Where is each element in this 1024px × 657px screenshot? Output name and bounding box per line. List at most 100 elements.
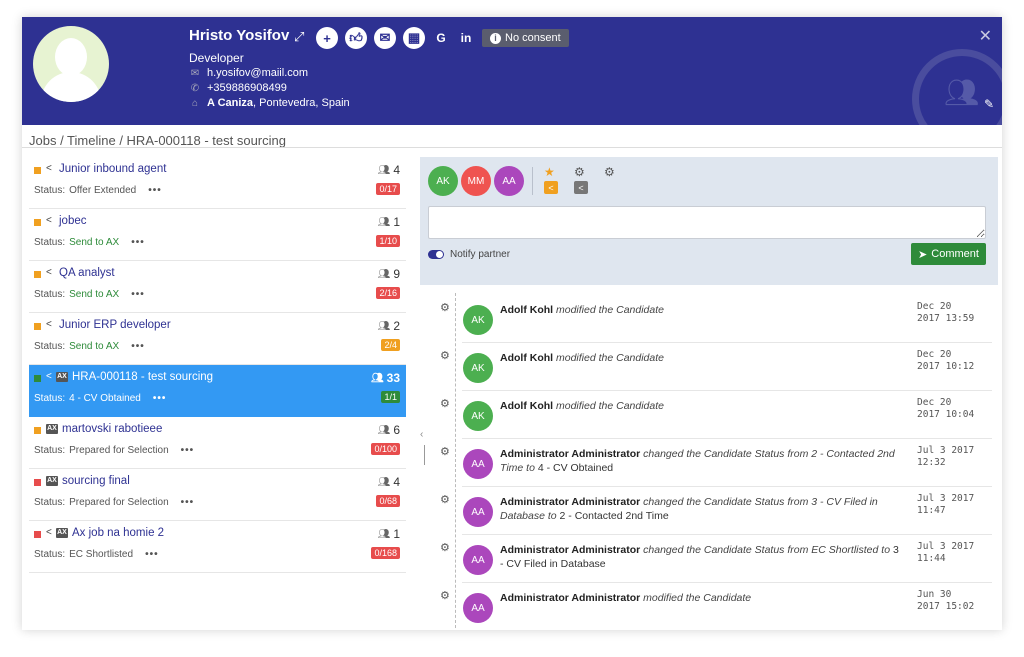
entry-action: modified the Candidate <box>556 400 664 412</box>
avatar-head-shape <box>55 38 87 76</box>
job-title[interactable]: Ax job na homie 2 <box>72 527 164 539</box>
share-gray-icon[interactable]: < <box>574 181 588 194</box>
more-icon[interactable]: ••• <box>153 393 167 404</box>
job-title[interactable]: sourcing final <box>62 475 130 487</box>
notify-partner-toggle[interactable]: Notify partner <box>428 249 510 260</box>
entry-actor: Adolf Kohl <box>500 352 554 364</box>
more-icon[interactable]: ••• <box>181 445 195 456</box>
star-icon[interactable]: ★ <box>544 165 555 179</box>
entry-date: Jul 3 2017 11:47 <box>917 493 974 517</box>
share-orange-icon[interactable]: < <box>544 181 558 194</box>
job-item[interactable]: < Junior ERP developer Status: Send to AX… <box>29 313 406 365</box>
job-status: Status: 4 - CV Obtained ••• <box>34 393 166 404</box>
job-item[interactable]: < jobec Status: Send to AX ••• 👥︎ 1 1/10 <box>29 209 406 261</box>
entry-actor: Administrator Administrator <box>500 496 641 508</box>
job-candidates-count: 👥︎ 1 <box>378 215 400 229</box>
status-value: Prepared for Selection <box>69 445 169 456</box>
consent-badge[interactable]: i No consent <box>482 29 569 47</box>
date-line: 2017 15:02 <box>917 601 975 612</box>
status-value: Prepared for Selection <box>69 497 169 508</box>
job-item[interactable]: AX martovski rabotieee Status: Prepared f… <box>29 417 406 469</box>
job-item-selected[interactable]: < AX HRA-000118 - test sourcing Status: 4… <box>29 365 406 417</box>
timeline-entry: ⚙ AA Administrator Administrator changed… <box>420 487 998 535</box>
status-label: Status: <box>34 237 66 248</box>
gear-icon[interactable]: ⚙ <box>440 349 450 362</box>
expand-icon[interactable]: ⤢ <box>294 29 304 45</box>
more-icon[interactable]: ••• <box>148 185 162 196</box>
thumbs-up-icon[interactable]: 👍︎ <box>345 27 367 49</box>
entry-action: modified the Candidate <box>643 592 752 604</box>
job-color-marker <box>34 479 41 486</box>
gear-icon[interactable]: ⚙ <box>440 397 450 410</box>
entry-text: Adolf Kohl modified the Candidate <box>500 351 900 365</box>
job-color-marker <box>34 531 41 538</box>
avatar: AK <box>463 401 493 431</box>
count-value: 4 <box>393 475 400 489</box>
candidate-header: Hristo Yosifov ⤢ + 👍︎ ✉ ▦ G in i No cons… <box>22 17 1002 125</box>
job-item[interactable]: AX sourcing final Status: Prepared for Se… <box>29 469 406 521</box>
phone-icon: ✆ <box>190 82 200 94</box>
count-value: 1 <box>393 215 400 229</box>
entry-text: Administrator Administrator changed the … <box>500 495 900 523</box>
job-title[interactable]: Junior inbound agent <box>59 163 166 175</box>
job-item[interactable]: < AX Ax job na homie 2 Status: EC Shortli… <box>29 521 406 573</box>
settings-icon[interactable]: ⚙ <box>604 165 615 179</box>
edit-icon[interactable]: ✎ <box>984 97 994 111</box>
comment-button[interactable]: ➤ Comment <box>911 243 986 265</box>
more-icon[interactable]: ••• <box>181 497 195 508</box>
share-icon: < <box>46 371 52 382</box>
google-icon[interactable]: G <box>432 31 450 45</box>
jobs-list: < Junior inbound agent Status: Offer Exte… <box>29 157 406 573</box>
gear-icon[interactable]: ⚙ <box>440 493 450 506</box>
job-ratio-badge: 0/100 <box>371 443 400 455</box>
gear-icon[interactable]: ⚙ <box>440 445 450 458</box>
plus-icon[interactable]: + <box>316 27 338 49</box>
job-item[interactable]: < QA analyst Status: Send to AX ••• 👥︎ 9 2/… <box>29 261 406 313</box>
date-line: 11:47 <box>917 505 946 516</box>
more-icon[interactable]: ••• <box>131 341 145 352</box>
more-icon[interactable]: ••• <box>131 237 145 248</box>
toggle-switch[interactable] <box>428 250 444 259</box>
avatar-body-shape <box>41 72 101 102</box>
count-value: 2 <box>393 319 400 333</box>
count-value: 6 <box>393 423 400 437</box>
entry-actor: Adolf Kohl <box>500 400 554 412</box>
comment-panel: AK MM AA ★ ⚙ ⚙ < < Notify partner ➤ Comm… <box>420 157 998 285</box>
job-title[interactable]: martovski rabotieee <box>62 423 162 435</box>
candidate-avatar[interactable] <box>33 26 109 102</box>
ax-icon: AX <box>46 424 58 434</box>
candidate-phone[interactable]: +359886908499 <box>207 82 287 94</box>
entry-actor: Administrator Administrator <box>500 544 641 556</box>
gear-icon[interactable]: ⚙ <box>440 301 450 314</box>
avatar[interactable]: AK <box>428 166 458 196</box>
job-color-marker <box>34 167 41 174</box>
status-value: Send to AX <box>69 341 120 352</box>
avatar[interactable]: AA <box>494 166 524 196</box>
home-icon: ⌂ <box>191 97 199 109</box>
gear-icon[interactable]: ⚙ <box>440 541 450 554</box>
send-icon: ➤ <box>918 248 928 261</box>
envelope-icon[interactable]: ✉ <box>374 27 396 49</box>
entry-actor: Adolf Kohl <box>500 304 554 316</box>
close-icon[interactable]: ✕ <box>979 26 992 46</box>
candidate-email[interactable]: h.yosifov@maiil.com <box>207 67 308 79</box>
job-title[interactable]: HRA-000118 - test sourcing <box>72 371 213 383</box>
job-title[interactable]: QA analyst <box>59 267 115 279</box>
gear-icon[interactable]: ⚙ <box>574 165 585 179</box>
gear-icon[interactable]: ⚙ <box>440 589 450 602</box>
calendar-icon[interactable]: ▦ <box>403 27 425 49</box>
linkedin-icon[interactable]: in <box>457 31 475 45</box>
job-candidates-count: 👥︎ 33 <box>371 371 400 385</box>
more-icon[interactable]: ••• <box>145 549 159 560</box>
job-title[interactable]: Junior ERP developer <box>59 319 171 331</box>
job-item[interactable]: < Junior inbound agent Status: Offer Exte… <box>29 157 406 209</box>
ax-icon: AX <box>56 528 68 538</box>
notify-label: Notify partner <box>450 249 511 260</box>
header-actions: + 👍︎ ✉ ▦ G in i No consent <box>316 27 569 49</box>
job-title[interactable]: jobec <box>59 215 87 227</box>
entry-actor: Administrator Administrator <box>500 592 641 604</box>
more-icon[interactable]: ••• <box>131 289 145 300</box>
entry-text: Administrator Administrator changed the … <box>500 543 900 571</box>
comment-input[interactable] <box>428 206 986 239</box>
avatar[interactable]: MM <box>461 166 491 196</box>
